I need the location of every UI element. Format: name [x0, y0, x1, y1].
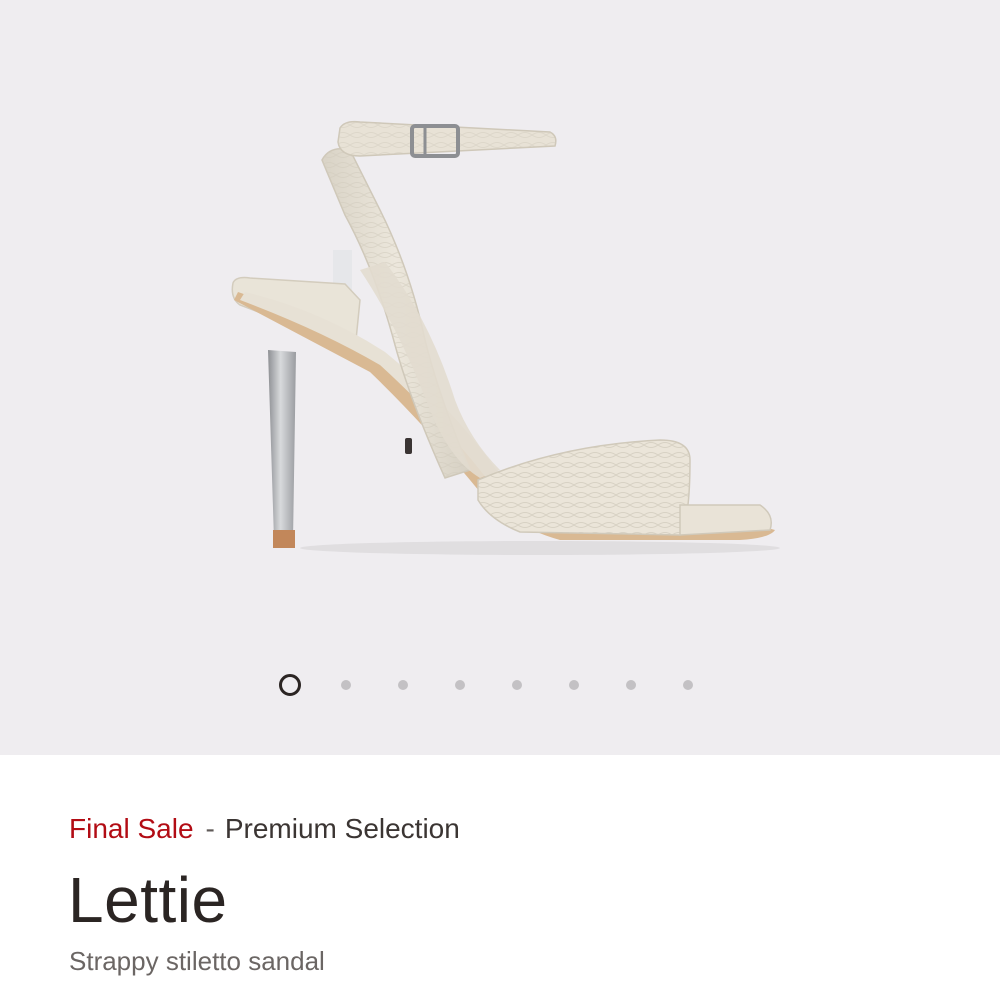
product-title: Lettie: [68, 864, 228, 936]
carousel-dot[interactable]: [455, 680, 465, 690]
product-image-gallery[interactable]: [0, 0, 1000, 755]
product-tags: Final Sale - Premium Selection: [69, 813, 460, 845]
carousel-pagination: [0, 672, 1000, 698]
final-sale-label: Final Sale: [69, 813, 194, 844]
carousel-dot[interactable]: [512, 680, 522, 690]
carousel-dot[interactable]: [569, 680, 579, 690]
tag-separator: -: [205, 813, 215, 844]
product-description: Strappy stiletto sandal: [69, 946, 325, 976]
collection-label: Premium Selection: [224, 813, 460, 844]
carousel-dot[interactable]: [341, 680, 351, 690]
product-image[interactable]: [0, 0, 1000, 640]
carousel-dot[interactable]: [683, 680, 693, 690]
carousel-dot[interactable]: [398, 680, 408, 690]
carousel-dot[interactable]: [626, 680, 636, 690]
product-info: Final Sale - Premium Selection Lettie Stra…: [0, 755, 1000, 1000]
carousel-dot-active[interactable]: [279, 674, 301, 696]
